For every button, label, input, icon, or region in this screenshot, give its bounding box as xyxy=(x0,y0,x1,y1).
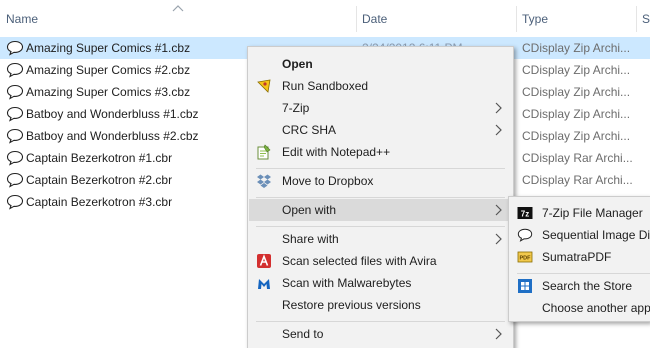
submenu-item-label: 7-Zip File Manager xyxy=(542,206,643,220)
7zip-icon: 7z xyxy=(517,207,533,219)
dropbox-icon xyxy=(257,174,271,188)
file-name: Batboy and Wonderbluss #2.cbz xyxy=(26,129,199,143)
open-with-submenu: 7z 7-Zip File Manager Sequential Image D… xyxy=(508,196,650,322)
column-type[interactable]: Type xyxy=(516,0,636,36)
speech-bubble-file-icon xyxy=(6,150,24,166)
speech-bubble-file-icon xyxy=(6,128,24,144)
submenu-item-label: Search the Store xyxy=(542,279,633,293)
column-name[interactable]: Name xyxy=(0,0,356,36)
menu-item-share-with[interactable]: Share with xyxy=(248,228,513,250)
pdf-icon: PDF xyxy=(517,251,533,263)
chevron-right-icon xyxy=(495,124,502,136)
menu-item-label: Scan with Malwarebytes xyxy=(282,276,412,290)
submenu-item-choose-another-app[interactable]: Choose another app xyxy=(509,297,650,319)
store-icon xyxy=(518,279,532,293)
menu-item-label: Share with xyxy=(282,232,339,246)
submenu-item-sumatrapdf[interactable]: PDF SumatraPDF xyxy=(509,246,650,268)
menu-item-label: Scan selected files with Avira xyxy=(282,254,437,268)
menu-separator xyxy=(256,168,505,169)
speech-bubble-file-icon xyxy=(6,106,24,122)
sandboxie-icon xyxy=(257,79,271,93)
menu-item-label: Move to Dropbox xyxy=(282,174,374,188)
avira-icon xyxy=(257,254,271,268)
chevron-right-icon xyxy=(495,204,502,216)
menu-item-open-with[interactable]: Open with xyxy=(249,199,512,221)
menu-item-label: Run Sandboxed xyxy=(282,79,369,93)
malwarebytes-icon xyxy=(258,279,270,289)
menu-separator xyxy=(256,197,505,198)
file-name: Amazing Super Comics #3.cbz xyxy=(26,85,191,99)
file-type: CDisplay Rar Archi... xyxy=(522,173,633,187)
menu-separator xyxy=(256,226,505,227)
menu-item-open[interactable]: Open xyxy=(248,53,513,75)
file-name: Captain Bezerkotron #1.cbr xyxy=(26,151,173,165)
file-name: Captain Bezerkotron #2.cbr xyxy=(26,173,173,187)
submenu-item-label: Choose another app xyxy=(542,301,650,315)
menu-item-label: 7-Zip xyxy=(282,101,310,115)
file-type: CDisplay Zip Archi... xyxy=(522,63,631,77)
menu-item-7zip[interactable]: 7-Zip xyxy=(248,97,513,119)
menu-item-move-dropbox[interactable]: Move to Dropbox xyxy=(248,170,513,192)
column-size[interactable]: S xyxy=(636,0,650,36)
file-type: CDisplay Zip Archi... xyxy=(522,129,631,143)
submenu-item-label: Sequential Image Dis xyxy=(542,228,650,242)
file-type: CDisplay Zip Archi... xyxy=(522,107,631,121)
menu-item-run-sandboxed[interactable]: Run Sandboxed xyxy=(248,75,513,97)
menu-item-label: Restore previous versions xyxy=(282,298,421,312)
menu-item-edit-notepad[interactable]: Edit with Notepad++ xyxy=(248,141,513,163)
speech-bubble-icon xyxy=(517,228,533,242)
menu-item-label: Send to xyxy=(282,327,324,341)
menu-item-label: Edit with Notepad++ xyxy=(282,145,391,159)
column-date[interactable]: Date xyxy=(356,0,516,36)
file-type: CDisplay Zip Archi... xyxy=(522,85,631,99)
menu-item-label: Open xyxy=(282,57,313,71)
file-type: CDisplay Zip Archi... xyxy=(522,41,631,55)
speech-bubble-file-icon xyxy=(6,172,24,188)
svg-text:7z: 7z xyxy=(521,210,529,219)
submenu-separator xyxy=(517,273,650,274)
menu-item-scan-malwarebytes[interactable]: Scan with Malwarebytes xyxy=(248,272,513,294)
speech-bubble-file-icon xyxy=(6,62,24,78)
submenu-item-sequential-image[interactable]: Sequential Image Dis xyxy=(509,224,650,246)
chevron-right-icon xyxy=(495,233,502,245)
submenu-item-label: SumatraPDF xyxy=(542,250,612,264)
speech-bubble-file-icon xyxy=(6,40,24,56)
file-name: Amazing Super Comics #1.cbz xyxy=(26,41,191,55)
submenu-item-7zip-file-manager[interactable]: 7z 7-Zip File Manager xyxy=(509,202,650,224)
menu-separator xyxy=(256,321,505,322)
file-name: Captain Bezerkotron #3.cbr xyxy=(26,195,173,209)
menu-item-crc-sha[interactable]: CRC SHA xyxy=(248,119,513,141)
chevron-right-icon xyxy=(495,328,502,340)
speech-bubble-file-icon xyxy=(6,194,24,210)
file-name: Amazing Super Comics #2.cbz xyxy=(26,63,191,77)
notepad-plus-plus-icon xyxy=(257,144,271,160)
file-type: CDisplay Rar Archi... xyxy=(522,151,633,165)
chevron-right-icon xyxy=(495,102,502,114)
menu-item-label: Open with xyxy=(282,203,337,217)
menu-item-scan-avira[interactable]: Scan selected files with Avira xyxy=(248,250,513,272)
column-header: Name Date Type S xyxy=(0,0,650,36)
menu-item-send-to[interactable]: Send to xyxy=(248,323,513,345)
speech-bubble-file-icon xyxy=(6,84,24,100)
submenu-item-search-store[interactable]: Search the Store xyxy=(509,275,650,297)
svg-text:PDF: PDF xyxy=(520,256,532,262)
file-name: Batboy and Wonderbluss #1.cbz xyxy=(26,107,199,121)
menu-item-restore-versions[interactable]: Restore previous versions xyxy=(248,294,513,316)
menu-item-label: CRC SHA xyxy=(282,123,337,137)
context-menu: Open Run Sandboxed 7-Zip CRC SHA Edit wi… xyxy=(247,46,514,348)
